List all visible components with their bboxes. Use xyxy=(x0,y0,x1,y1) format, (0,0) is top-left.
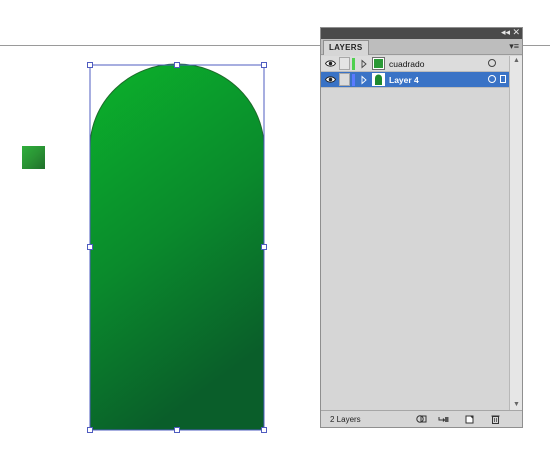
triangle-right-icon[interactable] xyxy=(361,58,367,70)
close-icon[interactable]: ✕ xyxy=(512,27,520,38)
target-circle-icon[interactable] xyxy=(488,59,496,67)
handle-bottom-left xyxy=(87,427,93,433)
artboard-edge-line-right xyxy=(522,45,550,46)
green-square-object[interactable] xyxy=(22,146,45,169)
delete-icon[interactable] xyxy=(490,414,501,424)
collapse-icon[interactable]: ◂◂ xyxy=(501,27,510,38)
arch-shape xyxy=(89,63,265,431)
layers-panel: ◂◂ ✕ LAYERS ▾≡ cuadrado Layer 4 ▲ ▼ 2 La… xyxy=(320,27,523,428)
panel-menu-icon[interactable]: ▾≡ xyxy=(509,41,519,52)
create-sublayer-icon[interactable] xyxy=(438,414,449,424)
layer-thumbnail xyxy=(372,73,385,86)
selection-indicator[interactable] xyxy=(500,75,506,83)
make-clipping-mask-icon[interactable] xyxy=(416,414,427,424)
handle-middle-left xyxy=(87,244,93,250)
layer-count: 2 Layers xyxy=(330,415,361,424)
arch-thumbnail-icon xyxy=(375,74,382,85)
tab-layers[interactable]: LAYERS xyxy=(323,40,369,55)
panel-titlebar[interactable]: ◂◂ ✕ xyxy=(321,27,522,39)
handle-bottom-right xyxy=(261,427,267,433)
eye-icon[interactable] xyxy=(325,75,336,84)
layer-thumbnail xyxy=(372,57,385,70)
triangle-right-icon[interactable] xyxy=(361,74,367,86)
new-layer-icon[interactable] xyxy=(464,414,475,424)
layer-row-layer-4[interactable]: Layer 4 xyxy=(321,72,509,88)
layer-color-chip xyxy=(352,58,355,70)
lock-toggle[interactable] xyxy=(339,73,350,86)
scrollbar[interactable]: ▲ ▼ xyxy=(509,56,522,410)
layer-name[interactable]: Layer 4 xyxy=(389,74,419,86)
layer-color-chip xyxy=(352,74,355,86)
panel-footer: 2 Layers xyxy=(321,410,522,427)
arch-shape-selection[interactable] xyxy=(84,58,272,436)
handle-top-middle xyxy=(174,62,180,68)
layer-name[interactable]: cuadrado xyxy=(389,58,424,70)
handle-top-right xyxy=(261,62,267,68)
panel-tabbar: LAYERS ▾≡ xyxy=(321,39,522,55)
layer-list: cuadrado Layer 4 xyxy=(321,56,509,410)
artboard-edge-line xyxy=(0,45,320,46)
handle-top-left xyxy=(87,62,93,68)
scroll-down-icon[interactable]: ▼ xyxy=(512,400,521,410)
layer-thumbnail-swatch xyxy=(374,59,383,68)
lock-toggle[interactable] xyxy=(339,57,350,70)
handle-bottom-middle xyxy=(174,427,180,433)
layer-row-cuadrado[interactable]: cuadrado xyxy=(321,56,509,72)
scroll-up-icon[interactable]: ▲ xyxy=(512,56,521,66)
handle-middle-right xyxy=(261,244,267,250)
eye-icon[interactable] xyxy=(325,59,336,68)
target-circle-icon[interactable] xyxy=(488,75,496,83)
